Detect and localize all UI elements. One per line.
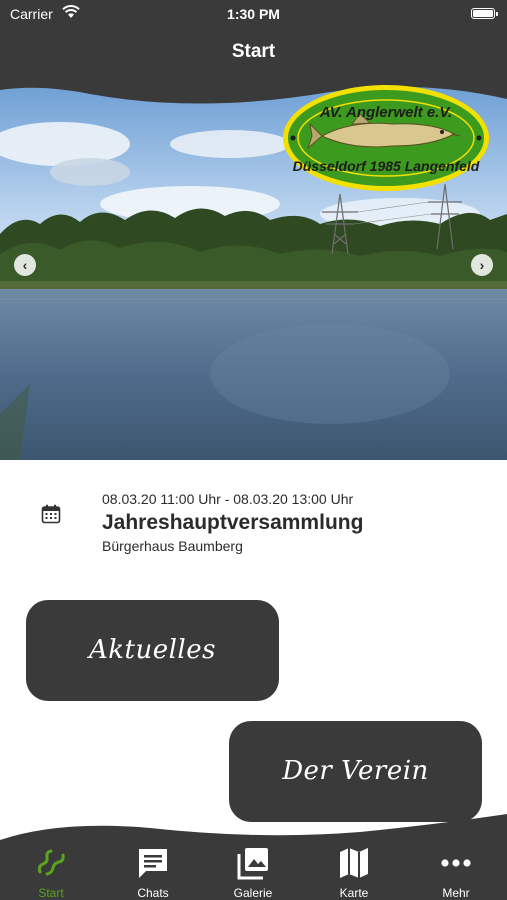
status-bar: Carrier 1:30 PM [0, 0, 507, 28]
der-verein-button[interactable]: Der Verein [229, 721, 482, 822]
tab-start[interactable]: Start [1, 846, 101, 900]
event-title: Jahreshauptversammlung [102, 511, 364, 534]
aktuelles-button[interactable]: Aktuelles [26, 600, 279, 701]
logo-text-bottom: Düsseldorf 1985 Langenfeld [292, 158, 480, 174]
tab-galerie[interactable]: Galerie [203, 846, 303, 900]
tab-label: Galerie [233, 886, 273, 900]
chat-icon [139, 849, 167, 878]
upcoming-event[interactable]: 08.03.20 11:00 Uhr - 08.03.20 13:00 Uhr … [0, 460, 507, 570]
map-icon [340, 848, 368, 878]
previous-slide-button[interactable]: ‹ [14, 254, 36, 276]
calendar-icon [41, 504, 61, 524]
tab-label: Karte [339, 886, 369, 900]
event-date: 08.03.20 11:00 Uhr - 08.03.20 13:00 Uhr [102, 491, 354, 507]
clock: 1:30 PM [227, 6, 280, 22]
logo-text-top: AV. Anglerwelt e.V. [319, 104, 453, 121]
event-location: Bürgerhaus Baumberg [102, 538, 243, 554]
tab-bar: Start Chats Galerie Karte Mehr [0, 810, 507, 900]
navigation-bar: Start [0, 28, 507, 84]
tab-mehr[interactable]: Mehr [406, 846, 506, 900]
chevron-left-icon: ‹ [22, 257, 28, 273]
battery-icon [471, 8, 498, 19]
more-icon [441, 859, 471, 867]
tab-label: Mehr [442, 886, 470, 900]
image-slider[interactable]: AV. Anglerwelt e.V. Düsseldorf 1985 Lang… [0, 84, 507, 460]
chevron-right-icon: › [479, 257, 485, 273]
page-title: Start [231, 41, 276, 62]
club-logo: AV. Anglerwelt e.V. Düsseldorf 1985 Lang… [282, 84, 490, 192]
tab-label: Chats [137, 886, 169, 900]
tab-karte[interactable]: Karte [304, 846, 404, 900]
fish-icon [37, 849, 65, 876]
next-slide-button[interactable]: › [471, 254, 493, 276]
gallery-icon [237, 848, 268, 880]
tab-chats[interactable]: Chats [103, 846, 203, 900]
tab-label: Start [38, 886, 64, 900]
